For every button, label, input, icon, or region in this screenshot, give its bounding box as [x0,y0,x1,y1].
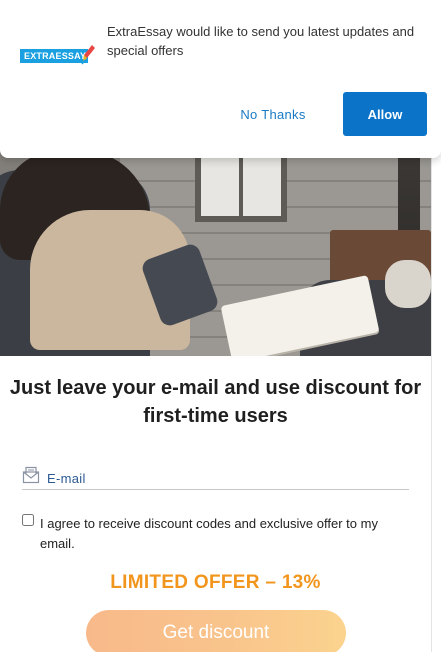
logo-text: EXTRAESSAY [20,49,88,63]
no-thanks-button[interactable]: No Thanks [226,100,320,128]
consent-checkbox[interactable] [22,514,34,526]
hero-photo [0,130,431,356]
push-notification-prompt: EXTRAESSAY ExtraEssay would like to send… [0,0,441,158]
email-field-row [22,466,409,490]
notification-message: ExtraEssay would like to send you latest… [107,24,415,58]
allow-button[interactable]: Allow [343,92,427,136]
email-input[interactable] [47,468,407,488]
consent-label: I agree to receive discount codes and ex… [40,516,378,551]
page: EXTRAESSAY ExtraEssay would like to send… [0,0,441,652]
rocket-icon [81,45,95,65]
logo-icon: EXTRAESSAY [20,45,95,66]
mail-icon [22,466,40,484]
form-headline: Just leave your e-mail and use discount … [9,377,422,427]
limited-offer-text: LIMITED OFFER – 13% [110,572,321,593]
get-discount-button[interactable]: Get discount [86,610,346,652]
scrollbar[interactable] [431,158,441,652]
